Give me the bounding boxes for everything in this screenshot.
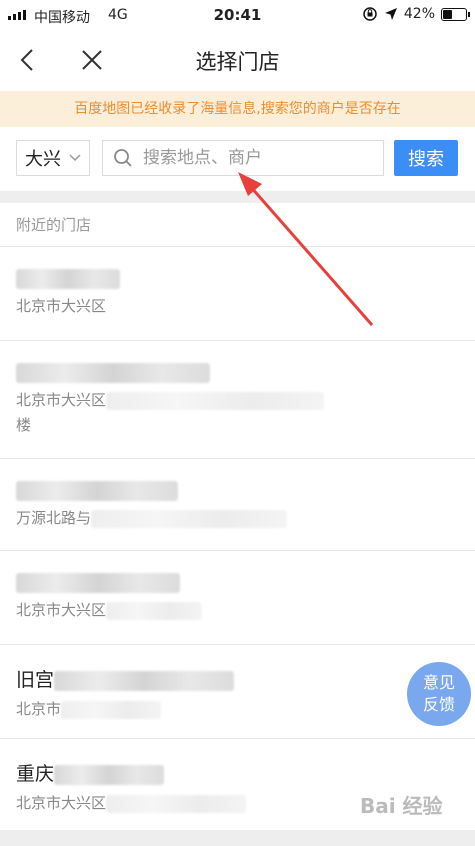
watermark-logo: Bai 经验 — [360, 794, 443, 818]
store-address: 北京市大兴区 — [16, 389, 459, 410]
nav-bar: 选择门店 — [0, 32, 475, 88]
store-address: 北京市 — [16, 698, 459, 719]
status-bar: 中国移动 4G 20:41 42% — [0, 0, 475, 32]
status-right: 42% — [362, 6, 470, 22]
battery-icon — [441, 7, 470, 21]
feedback-label-1: 意见 — [422, 673, 455, 692]
store-address-line2: 楼 — [16, 416, 32, 434]
location-arrow-icon — [384, 8, 397, 20]
feedback-button[interactable]: 意见 反馈 — [407, 662, 471, 726]
orientation-lock-icon — [363, 7, 377, 21]
list-item[interactable]: 北京市大兴区 — [0, 550, 475, 645]
store-name — [16, 571, 459, 593]
search-icon — [114, 149, 132, 167]
store-address: 北京市大兴区 — [16, 297, 107, 315]
search-input[interactable] — [141, 147, 365, 169]
search-bar: 大兴 搜索 — [0, 127, 475, 191]
store-address: 北京市大兴区 — [16, 599, 459, 620]
chevron-down-icon — [69, 154, 81, 162]
store-name — [16, 479, 459, 501]
page-title: 选择门店 — [195, 50, 280, 74]
city-select-label: 大兴 — [25, 149, 61, 170]
section-title: 附近的门店 — [16, 216, 92, 234]
section-divider — [0, 191, 475, 203]
list-item[interactable]: 北京市大兴区 — [0, 246, 475, 341]
city-select[interactable]: 大兴 — [16, 140, 90, 176]
bottom-band — [0, 830, 475, 846]
list-item[interactable]: 旧宫 北京市 — [0, 644, 475, 739]
store-name — [16, 267, 459, 289]
list-item[interactable]: 万源北路与 — [0, 458, 475, 551]
notice-banner: 百度地图已经收录了海量信息,搜索您的商户是否存在 — [0, 91, 475, 127]
store-name — [16, 361, 459, 383]
list-item[interactable]: 北京市大兴区 楼 — [0, 340, 475, 459]
battery-percent: 42% — [403, 6, 435, 22]
store-name: 旧宫 — [16, 665, 459, 692]
search-box[interactable] — [102, 140, 384, 176]
feedback-label-2: 反馈 — [422, 695, 455, 714]
search-button[interactable]: 搜索 — [394, 140, 458, 176]
store-name: 重庆 — [16, 759, 459, 786]
store-address: 万源北路与 — [16, 507, 459, 528]
